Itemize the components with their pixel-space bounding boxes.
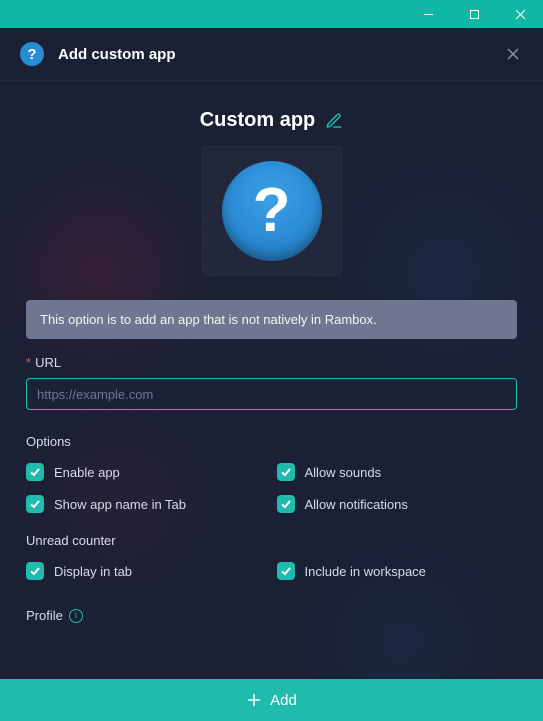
checkbox-checked-icon xyxy=(26,562,44,580)
app-name: Custom app xyxy=(200,109,316,132)
checkbox-checked-icon xyxy=(277,495,295,513)
profile-label-row: Profile i xyxy=(26,608,517,623)
checkbox-label: Allow sounds xyxy=(305,465,382,480)
window-titlebar xyxy=(0,0,543,28)
checkbox-label: Include in workspace xyxy=(305,564,426,579)
checkbox-checked-icon xyxy=(277,562,295,580)
url-input[interactable] xyxy=(26,378,517,410)
close-icon xyxy=(515,9,526,20)
checkbox-label: Show app name in Tab xyxy=(54,497,186,512)
allow-notifications-checkbox[interactable]: Allow notifications xyxy=(277,495,518,513)
checkbox-checked-icon xyxy=(277,463,295,481)
profile-label: Profile xyxy=(26,608,63,623)
minimize-icon xyxy=(423,9,434,20)
maximize-icon xyxy=(469,9,480,20)
edit-name-button[interactable] xyxy=(325,112,343,130)
question-icon: ? xyxy=(222,161,322,261)
question-icon: ? xyxy=(20,42,44,66)
include-in-workspace-checkbox[interactable]: Include in workspace xyxy=(277,562,518,580)
app-logo-picker[interactable]: ? xyxy=(202,146,342,276)
dialog-header: ? Add custom app xyxy=(0,28,543,81)
url-label: *URL xyxy=(26,355,517,370)
required-indicator: * xyxy=(26,355,31,370)
window-close-button[interactable] xyxy=(497,0,543,28)
add-button[interactable]: Add xyxy=(0,679,543,721)
info-icon[interactable]: i xyxy=(69,609,83,623)
checkbox-checked-icon xyxy=(26,463,44,481)
window-maximize-button[interactable] xyxy=(451,0,497,28)
checkbox-label: Enable app xyxy=(54,465,120,480)
app-name-row: Custom app xyxy=(26,109,517,132)
pencil-icon xyxy=(325,112,343,130)
plus-icon xyxy=(246,692,262,708)
close-icon xyxy=(506,47,520,61)
options-label: Options xyxy=(26,434,517,449)
dialog-close-button[interactable] xyxy=(503,44,523,64)
add-button-label: Add xyxy=(270,692,297,709)
checkbox-label: Allow notifications xyxy=(305,497,408,512)
display-in-tab-checkbox[interactable]: Display in tab xyxy=(26,562,267,580)
dialog-title: Add custom app xyxy=(58,46,503,63)
app-window: ? Add custom app Custom app ? This optio… xyxy=(0,0,543,721)
checkbox-checked-icon xyxy=(26,495,44,513)
window-minimize-button[interactable] xyxy=(405,0,451,28)
unread-counter-label: Unread counter xyxy=(26,533,517,548)
info-message: This option is to add an app that is not… xyxy=(26,300,517,339)
checkbox-label: Display in tab xyxy=(54,564,132,579)
dialog-body: Custom app ? This option is to add an ap… xyxy=(0,81,543,679)
show-app-name-checkbox[interactable]: Show app name in Tab xyxy=(26,495,267,513)
allow-sounds-checkbox[interactable]: Allow sounds xyxy=(277,463,518,481)
enable-app-checkbox[interactable]: Enable app xyxy=(26,463,267,481)
